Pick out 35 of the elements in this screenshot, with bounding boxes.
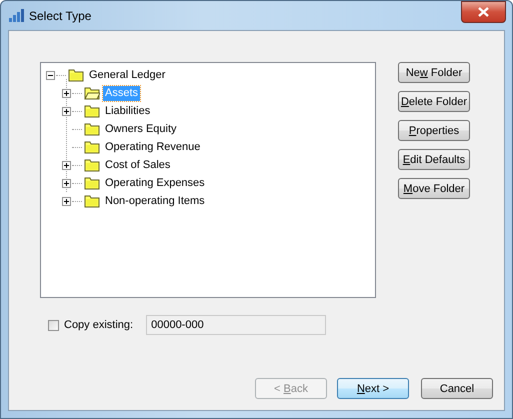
folder-action-button[interactable]: Move Folder — [398, 178, 470, 199]
expand-icon[interactable] — [62, 160, 71, 170]
input-field[interactable]: 00000-000 — [146, 315, 326, 335]
folder-action-button[interactable]: Edit Defaults — [398, 149, 470, 170]
folder-icon — [84, 158, 100, 172]
bar-chart-icon — [8, 8, 24, 22]
folder-icon — [84, 104, 100, 118]
window-title: Select Type — [29, 8, 92, 22]
tree-item[interactable]: General Ledger — [87, 68, 168, 82]
expand-icon[interactable] — [62, 178, 71, 188]
close-icon — [478, 6, 489, 16]
expand-icon[interactable] — [62, 88, 71, 98]
tree-item[interactable]: Operating Expenses — [103, 176, 207, 190]
folder-icon — [84, 122, 100, 136]
folder-action-button[interactable]: Properties — [398, 120, 470, 141]
close-button[interactable] — [461, 0, 506, 22]
folder-icon — [68, 68, 84, 82]
checkbox-label: Copy existing: — [64, 319, 134, 331]
folder-icon — [84, 176, 100, 190]
folder-action-button[interactable]: Delete Folder — [398, 91, 470, 112]
open-folder-icon — [84, 86, 100, 100]
next-button[interactable]: Next > — [337, 378, 409, 399]
folder-action-button[interactable]: New Folder — [398, 62, 470, 83]
folder-icon — [84, 194, 100, 208]
cancel-button[interactable]: Cancel — [421, 378, 493, 399]
expand-icon[interactable] — [62, 106, 71, 116]
tree-item[interactable]: Non-operating Items — [103, 194, 207, 208]
tree-item[interactable]: Liabilities — [103, 104, 152, 118]
tree-item[interactable]: Cost of Sales — [103, 158, 172, 172]
tree-item[interactable]: Operating Revenue — [103, 140, 202, 154]
collapse-icon[interactable] — [46, 70, 55, 80]
checkbox[interactable] — [48, 320, 59, 330]
folder-icon — [84, 140, 100, 154]
tree-item[interactable]: Owners Equity — [103, 122, 179, 136]
expand-icon[interactable] — [62, 196, 71, 206]
